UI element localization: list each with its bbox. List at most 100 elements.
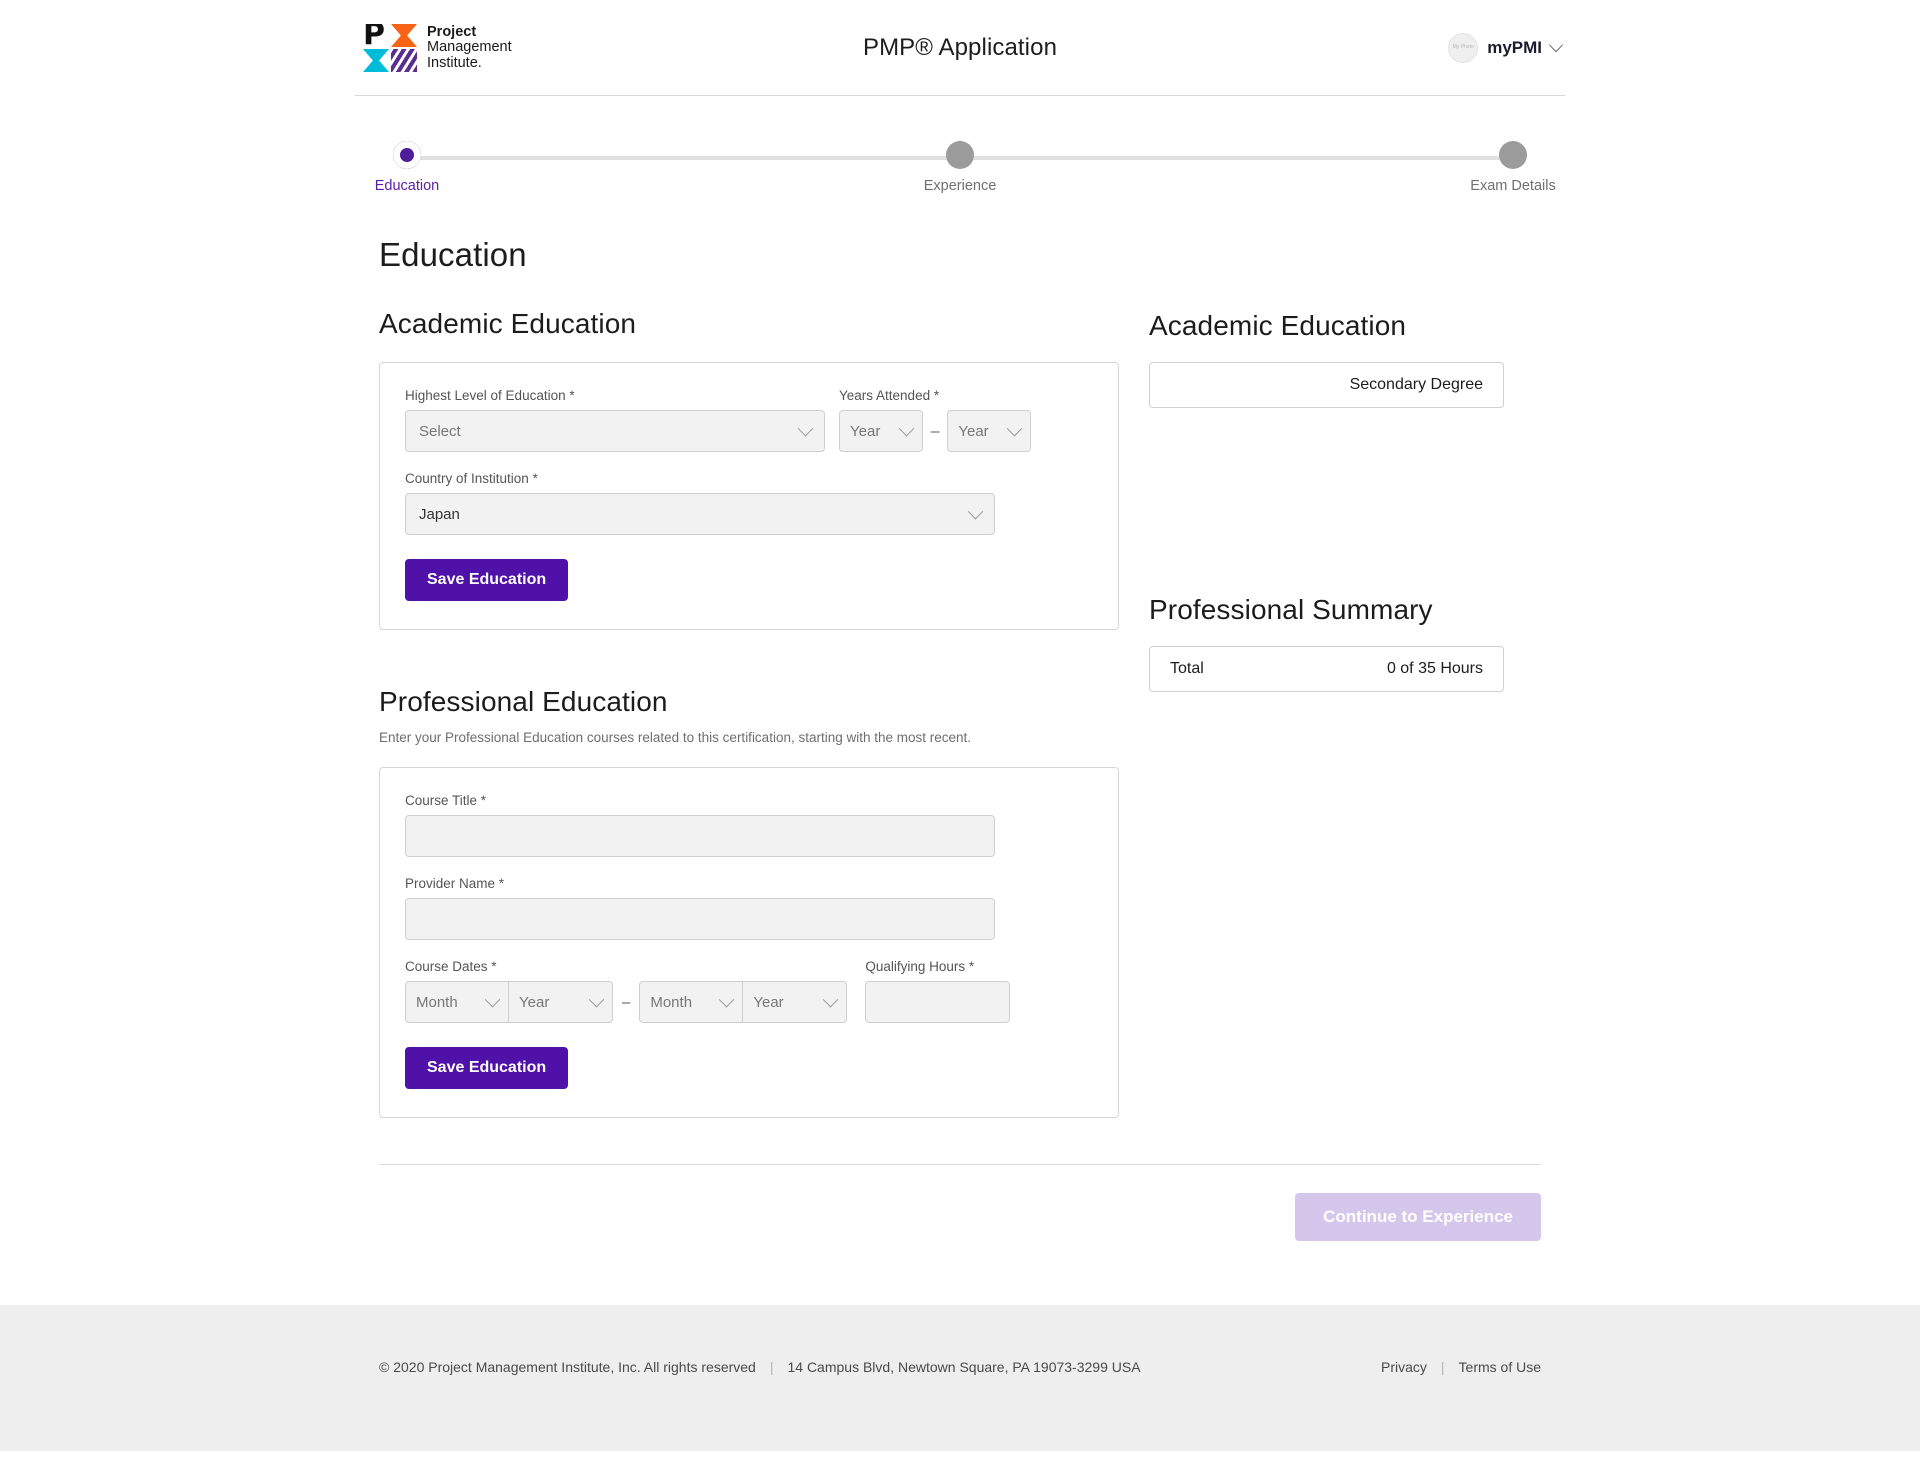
academic-education-card: Highest Level of Education * Select Year…: [379, 362, 1119, 630]
step-education-label: Education: [374, 178, 440, 194]
site-footer: © 2020 Project Management Institute, Inc…: [0, 1305, 1920, 1451]
logo-letter-p-glyph: P: [363, 24, 385, 47]
chevron-down-icon: [484, 991, 501, 1007]
course-end-year-value: Year: [753, 993, 784, 1011]
step-exam-details-dot-icon: [1499, 141, 1527, 169]
professional-education-description: Enter your Professional Education course…: [379, 730, 972, 745]
chevron-down-icon[interactable]: [1548, 38, 1564, 53]
pmi-logo-wordmark: Project Management Institute.: [427, 23, 512, 72]
application-page: P Project Management Institute. PMP® App…: [0, 0, 1920, 1451]
highest-level-select[interactable]: Select: [405, 410, 825, 452]
step-experience-dot-icon: [946, 141, 974, 169]
logo-letter-p: P: [363, 24, 389, 47]
sidebar-professional-row: Total 0 of 35 Hours: [1149, 646, 1504, 692]
qualifying-hours-label: Qualifying Hours *: [865, 959, 975, 974]
logo-orange-shape-icon: [391, 24, 417, 47]
course-title-label: Course Title *: [405, 793, 487, 808]
forms-column: Academic Education Highest Level of Educ…: [379, 308, 1119, 1118]
course-end-month-select[interactable]: Month: [639, 981, 744, 1023]
highest-level-field: Highest Level of Education * Select: [405, 388, 825, 452]
professional-education-heading: Professional Education: [379, 686, 668, 717]
app-title: PMP® Application: [862, 34, 1058, 61]
save-academic-education-button[interactable]: Save Education: [405, 559, 569, 601]
qualifying-hours-field: Qualifying Hours *: [865, 959, 1011, 1023]
avatar-placeholder-text: My Photo: [1452, 44, 1474, 51]
logo-purple-stripes-icon: [391, 49, 417, 72]
step-experience[interactable]: Experience: [885, 130, 1035, 194]
academic-education-heading: Academic Education: [379, 308, 637, 339]
logo-word-line1: Project: [427, 23, 477, 40]
provider-name-field: Provider Name *: [405, 876, 995, 940]
sidebar-professional-heading: Professional Summary: [1149, 594, 1433, 625]
continue-to-experience-button[interactable]: Continue to Experience: [1295, 1193, 1541, 1241]
pmi-logo-mark-icon: P: [363, 24, 417, 72]
footer-link-privacy[interactable]: Privacy: [1381, 1359, 1427, 1375]
chevron-down-icon: [719, 991, 735, 1007]
course-dates-separator: –: [622, 994, 631, 1011]
logo-word-line2: Management: [427, 39, 512, 56]
course-dates-start-group: Month Year: [405, 981, 613, 1023]
step-exam-details[interactable]: Exam Details: [1438, 130, 1588, 194]
footer-copyright: © 2020 Project Management Institute, Inc…: [379, 1359, 756, 1375]
course-end-month-value: Month: [650, 993, 693, 1011]
chevron-down-icon: [967, 503, 984, 519]
account-menu[interactable]: My Photo myPMI: [1448, 33, 1564, 63]
country-of-institution-label: Country of Institution *: [405, 471, 538, 486]
sidebar-professional-row-left: Total: [1170, 660, 1204, 677]
course-start-year-select[interactable]: Year: [509, 981, 613, 1023]
progress-stepper: Education Experience Exam Details: [375, 130, 1556, 194]
pmi-logo[interactable]: P Project Management Institute.: [363, 24, 512, 72]
chevron-down-icon: [797, 420, 814, 436]
course-dates-field: Course Dates * Month Year – Month Year: [405, 959, 848, 1023]
sidebar-academic-row-right: Secondary Degree: [1349, 376, 1483, 393]
course-start-month-value: Month: [416, 993, 458, 1011]
qualifying-hours-input[interactable]: [865, 981, 1011, 1023]
footer-separator-1: |: [769, 1359, 774, 1375]
footer-address: 14 Campus Blvd, Newtown Square, PA 19073…: [787, 1359, 1141, 1375]
course-title-input[interactable]: [405, 815, 995, 857]
years-attended-to-select[interactable]: Year: [947, 410, 1032, 452]
course-dates-label: Course Dates *: [405, 959, 497, 974]
sidebar-academic-heading: Academic Education: [1149, 310, 1407, 341]
highest-level-label: Highest Level of Education *: [405, 388, 575, 403]
footer-separator-2: |: [1440, 1359, 1445, 1375]
footer-link-terms-of-use[interactable]: Terms of Use: [1459, 1359, 1541, 1375]
chevron-down-icon: [898, 420, 915, 436]
page-actions: Continue to Experience: [379, 1165, 1541, 1241]
logo-word-line3: Institute.: [427, 54, 482, 71]
step-experience-label: Experience: [923, 178, 997, 194]
country-of-institution-select[interactable]: Japan: [405, 493, 995, 535]
logo-cyan-shape-icon: [363, 49, 389, 72]
main-content: Education Academic Education Highest Lev…: [355, 236, 1565, 1241]
course-start-year-value: Year: [519, 993, 550, 1011]
provider-name-label: Provider Name *: [405, 876, 505, 891]
professional-education-card: Course Title * Provider Name * Course Da…: [379, 767, 1119, 1118]
highest-level-value: Select: [419, 422, 461, 440]
country-of-institution-field: Country of Institution * Japan: [405, 471, 995, 535]
step-education-dot-icon: [393, 141, 421, 169]
years-attended-from-select[interactable]: Year: [839, 410, 923, 452]
country-of-institution-value: Japan: [419, 505, 460, 523]
course-end-year-select[interactable]: Year: [743, 981, 848, 1023]
years-attended-label: Years Attended *: [839, 388, 940, 403]
years-attended-to-value: Year: [958, 422, 989, 440]
summary-column: Academic Education Secondary Degree Prof…: [1149, 308, 1504, 692]
chevron-down-icon: [588, 991, 605, 1007]
progress-stepper-wrap: Education Experience Exam Details: [355, 96, 1565, 194]
course-title-field: Course Title *: [405, 793, 995, 857]
step-education[interactable]: Education: [332, 130, 482, 194]
provider-name-input[interactable]: [405, 898, 995, 940]
page-title: Education: [379, 236, 527, 273]
years-attended-separator: –: [931, 422, 940, 440]
course-start-month-select[interactable]: Month: [405, 981, 509, 1023]
sidebar-professional-row-right: 0 of 35 Hours: [1386, 660, 1483, 677]
save-professional-education-button[interactable]: Save Education: [405, 1047, 569, 1089]
course-dates-end-group: Month Year: [639, 981, 848, 1023]
years-attended-from-value: Year: [850, 422, 881, 440]
years-attended-field: Years Attended * Year – Year: [839, 388, 1032, 452]
avatar: My Photo: [1448, 33, 1479, 63]
site-header: P Project Management Institute. PMP® App…: [355, 0, 1565, 96]
chevron-down-icon: [823, 991, 839, 1007]
sidebar-academic-row: Secondary Degree: [1149, 362, 1504, 408]
